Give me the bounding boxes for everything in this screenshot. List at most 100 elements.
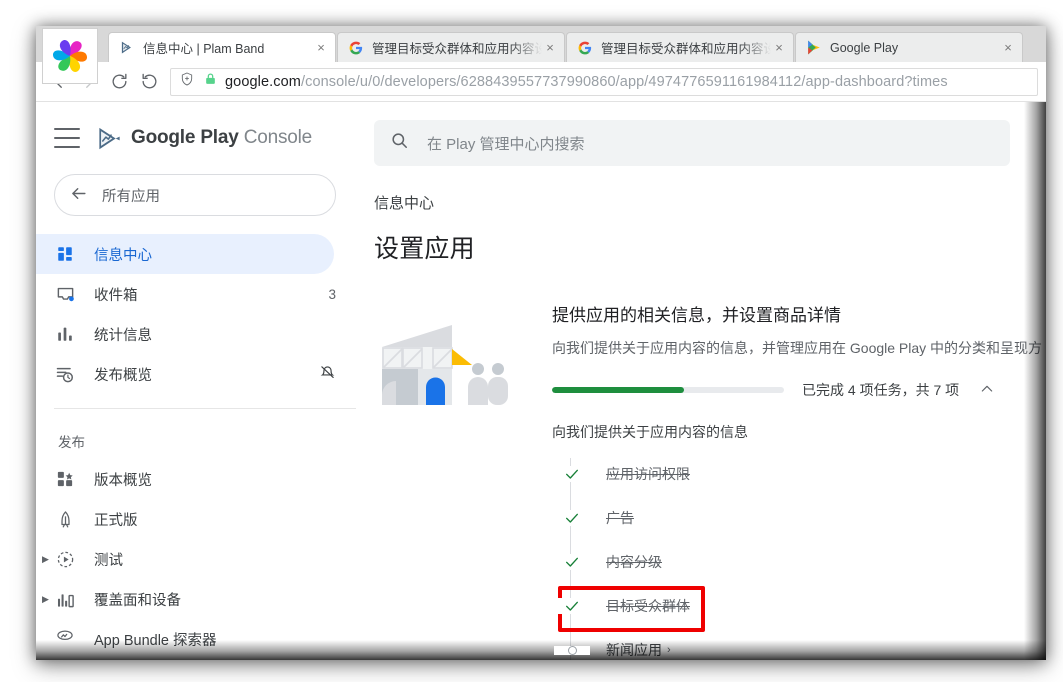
sidebar-item-badge: 3 — [328, 286, 336, 302]
main-content: 在 Play 管理中心内搜索 信息中心 设置应用 提供应用的相关信息，并设置商品… — [356, 102, 1046, 660]
sidebar-publish-nav: 版本概览 正式版 ▶ 测试 ▶ 覆盖面和设备 App Bundle 探索器 — [36, 459, 356, 659]
undo-history-icon[interactable] — [134, 67, 164, 97]
task-label: 新闻应用 — [606, 642, 662, 658]
google-play-favicon-icon — [806, 40, 822, 56]
play-console-logo-icon — [99, 127, 120, 149]
statistics-icon — [54, 323, 76, 345]
tab-close-icon[interactable]: × — [542, 40, 558, 56]
check-icon — [554, 466, 590, 482]
tab-close-icon[interactable]: × — [1000, 40, 1016, 56]
all-apps-button[interactable]: 所有应用 — [54, 174, 336, 216]
task-label: 应用访问权限 — [606, 466, 690, 482]
sidebar-section-title: 发布 — [58, 435, 85, 450]
reload-icon[interactable] — [104, 67, 134, 97]
sidebar-item-label: App Bundle 探索器 — [94, 632, 217, 649]
chevron-up-icon[interactable] — [979, 381, 995, 400]
dashboard-icon — [54, 243, 76, 265]
circle-icon — [554, 645, 590, 655]
sidebar-item-label: 信息中心 — [94, 247, 152, 264]
all-apps-label: 所有应用 — [102, 188, 160, 205]
pinwheel-browser-logo-icon — [42, 28, 98, 84]
url-host: google.com — [225, 73, 301, 90]
setup-card-body: 提供应用的相关信息，并设置商品详情 向我们提供关于应用内容的信息，并管理应用在 … — [552, 299, 1046, 660]
browser-tab-2[interactable]: 管理目标受众群体和应用内容设 × — [566, 32, 794, 62]
sidebar-item-label: 正式版 — [94, 512, 138, 529]
desktop-background: 信息中心 | Plam Band × 管理目标受众群体和应用内容设 × 管理目标… — [0, 0, 1063, 682]
address-bar[interactable]: google.com/console/u/0/developers/628843… — [170, 67, 1038, 96]
app-bundle-explorer-icon — [54, 628, 76, 650]
hamburger-menu-icon[interactable] — [54, 128, 80, 148]
browser-tab-title: 管理目标受众群体和应用内容设 — [601, 42, 771, 56]
card-subtitle: 向我们提供关于应用内容的信息，并管理应用在 Google Play 中的分类和呈… — [552, 340, 1043, 356]
task-list: 应用访问权限 广告 内容分级 目标受众群体 新闻应用 › — [552, 452, 1046, 660]
browser-tab-title: Google Play — [830, 40, 899, 55]
sidebar-item-label: 发布概览 — [94, 367, 152, 384]
google-play-console-logo[interactable]: Google Play Console — [96, 125, 312, 152]
sidebar-item-label: 统计信息 — [94, 327, 152, 344]
production-rocket-icon — [54, 508, 76, 530]
task-group-label: 向我们提供关于应用内容的信息 — [552, 424, 748, 440]
progress-row: 已完成 4 项任务，共 7 项 — [552, 380, 1046, 400]
search-input[interactable]: 在 Play 管理中心内搜索 — [374, 120, 1010, 166]
release-overview-icon — [54, 468, 76, 490]
setup-app-card: 提供应用的相关信息，并设置商品详情 向我们提供关于应用内容的信息，并管理应用在 … — [374, 299, 1046, 660]
browser-tab-0[interactable]: 信息中心 | Plam Band × — [108, 32, 336, 62]
sidebar-item-production[interactable]: 正式版 — [36, 499, 356, 539]
sidebar-item-label: 收件箱 — [94, 287, 138, 304]
play-console-favicon-icon — [119, 40, 135, 56]
page-viewport: Google Play Console 所有应用 信息中心 收件箱 3 统计信息… — [36, 102, 1046, 660]
sidebar-primary-nav: 信息中心 收件箱 3 统计信息 发布概览 — [36, 234, 356, 394]
storefront-illustration-icon — [374, 299, 524, 660]
sidebar-item-label: 覆盖面和设备 — [94, 592, 181, 609]
browser-tab-strip: 信息中心 | Plam Band × 管理目标受众群体和应用内容设 × 管理目标… — [36, 26, 1046, 84]
tab-close-icon[interactable]: × — [771, 40, 787, 56]
google-favicon-icon — [577, 40, 593, 56]
task-row[interactable]: 新闻应用 › — [554, 628, 1046, 660]
chevron-right-icon[interactable]: ▶ — [42, 553, 54, 565]
sidebar: Google Play Console 所有应用 信息中心 收件箱 3 统计信息… — [36, 102, 356, 660]
check-icon — [554, 598, 590, 614]
brand-text: Google Play Console — [131, 127, 312, 149]
shield-icon[interactable] — [179, 71, 197, 92]
sidebar-item-release-overview[interactable]: 版本概览 — [36, 459, 356, 499]
console-header: Google Play Console — [36, 110, 356, 166]
progress-bar — [552, 387, 784, 393]
search-placeholder: 在 Play 管理中心内搜索 — [427, 135, 585, 153]
task-row-target-audience[interactable]: 目标受众群体 — [554, 584, 1046, 632]
browser-toolbar: google.com/console/u/0/developers/628843… — [36, 62, 1046, 102]
brand-google-play: Google Play — [131, 127, 239, 148]
task-label: 内容分级 — [606, 554, 662, 570]
browser-tab-1[interactable]: 管理目标受众群体和应用内容设 × — [337, 32, 565, 62]
browser-tab-3[interactable]: Google Play × — [795, 32, 1023, 62]
breadcrumb[interactable]: 信息中心 — [374, 192, 1046, 213]
browser-window: 信息中心 | Plam Band × 管理目标受众群体和应用内容设 × 管理目标… — [36, 26, 1046, 660]
reach-devices-icon — [54, 588, 76, 610]
sidebar-item-dashboard[interactable]: 信息中心 — [36, 234, 334, 274]
task-row[interactable]: 应用访问权限 — [554, 452, 1046, 496]
search-icon — [390, 131, 409, 155]
notifications-off-icon[interactable] — [319, 364, 336, 384]
task-row[interactable]: 内容分级 — [554, 540, 1046, 584]
sidebar-item-publishing-overview[interactable]: 发布概览 — [36, 354, 356, 394]
lock-icon — [204, 72, 218, 91]
sidebar-item-reach-and-devices[interactable]: ▶ 覆盖面和设备 — [36, 579, 356, 619]
brand-console: Console — [243, 127, 313, 148]
check-icon — [554, 554, 590, 570]
task-label: 广告 — [606, 510, 634, 526]
google-favicon-icon — [348, 40, 364, 56]
back-arrow-icon — [69, 184, 88, 207]
chevron-right-icon[interactable]: ▶ — [42, 593, 54, 605]
browser-tab-title: 管理目标受众群体和应用内容设 — [372, 42, 542, 56]
sidebar-item-app-bundle-explorer[interactable]: App Bundle 探索器 — [36, 619, 356, 659]
sidebar-item-testing[interactable]: ▶ 测试 — [36, 539, 356, 579]
task-row[interactable]: 广告 — [554, 496, 1046, 540]
chevron-right-icon[interactable]: › — [667, 644, 671, 656]
sidebar-item-statistics[interactable]: 统计信息 — [36, 314, 356, 354]
tab-close-icon[interactable]: × — [313, 40, 329, 56]
address-bar-url: google.com/console/u/0/developers/628843… — [225, 74, 948, 90]
publishing-overview-icon — [54, 363, 76, 385]
check-icon — [554, 510, 590, 526]
task-label: 目标受众群体 — [606, 598, 690, 614]
sidebar-item-inbox[interactable]: 收件箱 3 — [36, 274, 356, 314]
browser-tab-title: 信息中心 | Plam Band — [143, 42, 265, 56]
